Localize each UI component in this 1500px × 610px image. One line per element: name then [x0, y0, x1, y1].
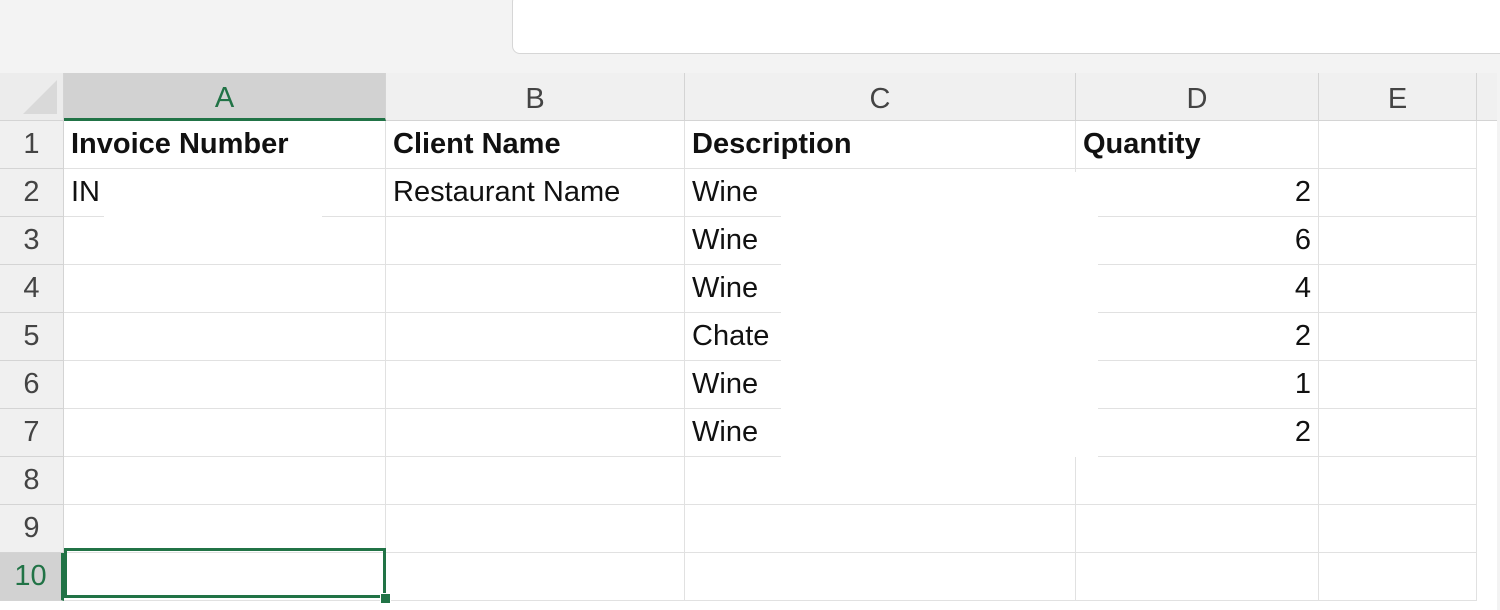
cell-c8[interactable]	[685, 457, 1076, 505]
cell-a1[interactable]: Invoice Number	[64, 121, 386, 169]
cell-b3[interactable]	[386, 217, 685, 265]
row-header-1[interactable]: 1	[0, 121, 64, 169]
row-header-8[interactable]: 8	[0, 457, 64, 505]
cell-e3[interactable]	[1319, 217, 1477, 265]
cell-a4[interactable]	[64, 265, 386, 313]
cell-b1[interactable]: Client Name	[386, 121, 685, 169]
cell-b10[interactable]	[386, 553, 685, 601]
row-header-3[interactable]: 3	[0, 217, 64, 265]
column-header-b[interactable]: B	[386, 73, 685, 121]
cell-e5[interactable]	[1319, 313, 1477, 361]
cell-e1[interactable]	[1319, 121, 1477, 169]
column-header-e[interactable]: E	[1319, 73, 1477, 121]
cell-e9[interactable]	[1319, 505, 1477, 553]
cell-d7[interactable]: 2	[1076, 409, 1319, 457]
row-header-2[interactable]: 2	[0, 169, 64, 217]
redaction-block-description	[781, 172, 1098, 457]
formula-input[interactable]	[512, 0, 1500, 54]
cell-d8[interactable]	[1076, 457, 1319, 505]
cell-e10[interactable]	[1319, 553, 1477, 601]
cell-e2[interactable]	[1319, 169, 1477, 217]
cell-d9[interactable]	[1076, 505, 1319, 553]
row-header-7[interactable]: 7	[0, 409, 64, 457]
cell-b8[interactable]	[386, 457, 685, 505]
cell-b6[interactable]	[386, 361, 685, 409]
cell-a7[interactable]	[64, 409, 386, 457]
spreadsheet-grid: A B C D E 1 2 3 4 5 6 7 8 9 10 Invoice N…	[0, 73, 1500, 610]
row-header-5[interactable]: 5	[0, 313, 64, 361]
cell-a8[interactable]	[64, 457, 386, 505]
formula-bar-area	[0, 0, 1500, 73]
column-header-c[interactable]: C	[685, 73, 1076, 121]
cell-d10[interactable]	[1076, 553, 1319, 601]
row-header-4[interactable]: 4	[0, 265, 64, 313]
row-header-6[interactable]: 6	[0, 361, 64, 409]
select-all-corner[interactable]	[0, 73, 64, 121]
cell-d2[interactable]: 2	[1076, 169, 1319, 217]
redaction-block-invoice	[104, 172, 322, 264]
cell-d1[interactable]: Quantity	[1076, 121, 1319, 169]
cell-b2[interactable]: Restaurant Name	[386, 169, 685, 217]
cell-e4[interactable]	[1319, 265, 1477, 313]
row-header-9[interactable]: 9	[0, 505, 64, 553]
cell-e7[interactable]	[1319, 409, 1477, 457]
cell-a5[interactable]	[64, 313, 386, 361]
cell-d4[interactable]: 4	[1076, 265, 1319, 313]
column-header-d[interactable]: D	[1076, 73, 1319, 121]
cell-d5[interactable]: 2	[1076, 313, 1319, 361]
cell-d3[interactable]: 6	[1076, 217, 1319, 265]
cell-a6[interactable]	[64, 361, 386, 409]
cell-c9[interactable]	[685, 505, 1076, 553]
cell-e6[interactable]	[1319, 361, 1477, 409]
cell-b5[interactable]	[386, 313, 685, 361]
fill-handle[interactable]	[380, 593, 391, 604]
active-cell-selection[interactable]	[64, 548, 386, 598]
cell-e8[interactable]	[1319, 457, 1477, 505]
column-header-a[interactable]: A	[64, 73, 386, 121]
cell-b7[interactable]	[386, 409, 685, 457]
cell-b4[interactable]	[386, 265, 685, 313]
cell-c10[interactable]	[685, 553, 1076, 601]
row-header-10[interactable]: 10	[0, 553, 64, 601]
cell-a9[interactable]	[64, 505, 386, 553]
cell-c1[interactable]: Description	[685, 121, 1076, 169]
cell-d6[interactable]: 1	[1076, 361, 1319, 409]
cell-b9[interactable]	[386, 505, 685, 553]
